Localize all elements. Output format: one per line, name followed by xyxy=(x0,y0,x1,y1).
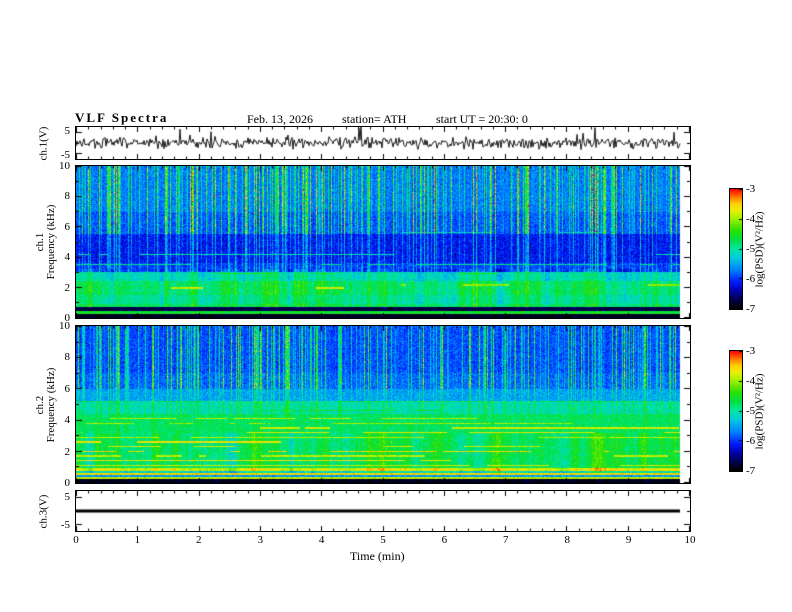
spec1-ytick-label: 2 xyxy=(64,281,71,294)
x-axis-tick-label: 1 xyxy=(134,534,141,546)
x-axis-tick-label: 3 xyxy=(257,534,263,546)
wave3-ytick-label: -5 xyxy=(60,519,70,532)
wave3-ytick-label: 5 xyxy=(64,490,71,503)
x-axis-tick-label: 10 xyxy=(684,534,696,546)
x-axis-tick-label: 7 xyxy=(503,534,509,546)
ch1-waveform-canvas xyxy=(76,127,690,159)
ch2-spectrogram-panel xyxy=(75,325,691,484)
spec2-ytick-label: 8 xyxy=(64,351,71,364)
wave1-ytick-label: 5 xyxy=(64,125,71,138)
spec2-ytick-label: 10 xyxy=(59,320,70,332)
cb2-tick-label: -3 xyxy=(746,345,756,357)
cb1-tick-label: -3 xyxy=(746,183,756,195)
cb1-tick-label: -7 xyxy=(746,303,756,315)
ch3-waveform-canvas xyxy=(76,491,690,531)
colorbar2 xyxy=(729,350,743,472)
header-station: station= ATH xyxy=(342,112,407,126)
header-date: Feb. 13, 2026 xyxy=(247,112,313,126)
x-axis-tick-label: 8 xyxy=(564,534,570,546)
figure-title: VLF Spectra xyxy=(75,110,169,125)
spec2-ytick-label: 0 xyxy=(64,477,71,489)
cb1-tick-label: -5 xyxy=(746,243,756,255)
ch1-spectrogram-canvas xyxy=(76,166,690,318)
wave1-ytick-label: -5 xyxy=(60,148,70,161)
spec2-ytick-label: 6 xyxy=(64,382,71,395)
x-axis-tick-label: 5 xyxy=(380,534,386,546)
ch1-waveform-panel xyxy=(75,126,691,160)
spec1-ytick-label: 8 xyxy=(64,190,71,203)
x-axis-tick-label: 9 xyxy=(625,534,632,546)
spec1-ytick-label: 6 xyxy=(64,220,71,233)
cb2-tick-label: -5 xyxy=(746,405,756,417)
spec2-ytick-label: 2 xyxy=(64,445,71,458)
x-axis-tick-label: 4 xyxy=(318,534,325,546)
x-axis-title: Time (min) xyxy=(350,549,405,563)
cb2-tick-label: -7 xyxy=(746,465,756,477)
ch3-waveform-panel xyxy=(75,490,691,532)
colorbar2-canvas xyxy=(730,351,742,471)
cb2-tick-label: -6 xyxy=(746,435,756,447)
ch2-spectrogram-canvas xyxy=(76,326,690,483)
colorbar1 xyxy=(729,188,743,310)
ch1-spectrogram-panel xyxy=(75,165,691,319)
cb1-tick-label: -4 xyxy=(746,213,756,225)
cb1-tick-label: -6 xyxy=(746,273,756,285)
header-start-ut: start UT = 20:30: 0 xyxy=(436,112,528,126)
x-axis-tick-label: 6 xyxy=(441,534,448,546)
colorbar1-canvas xyxy=(730,189,742,309)
cb2-tick-label: -4 xyxy=(746,375,756,387)
vlf-spectra-figure: VLF Spectra Feb. 13, 2026 station= ATH s… xyxy=(0,0,792,612)
spec1-ytick-label: 4 xyxy=(64,251,71,264)
spec1-ytick-label: 10 xyxy=(59,160,70,172)
x-axis-tick-label: 2 xyxy=(196,534,202,546)
spec2-ytick-label: 4 xyxy=(64,414,71,427)
x-axis-tick-label: 0 xyxy=(73,534,79,546)
